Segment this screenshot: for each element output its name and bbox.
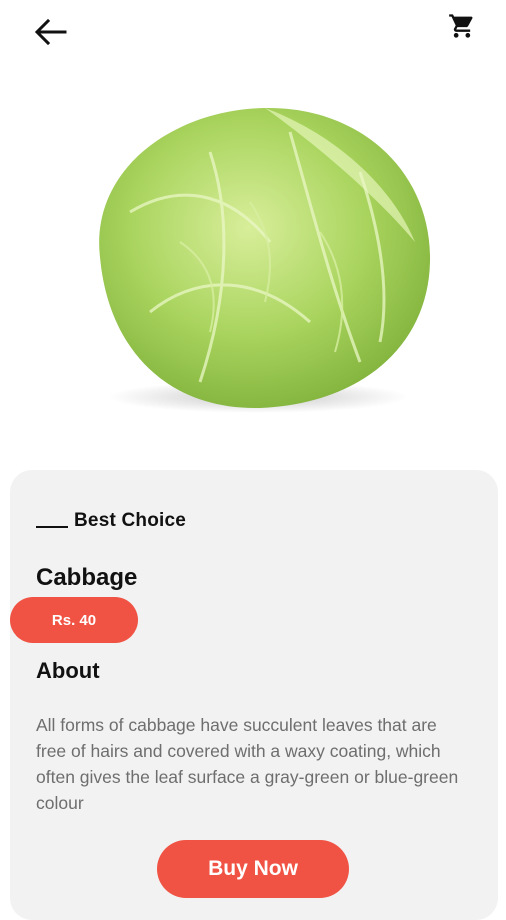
buy-now-label: Buy Now xyxy=(208,857,298,880)
eyebrow-text: Best Choice xyxy=(74,510,187,531)
product-image xyxy=(60,92,450,422)
best-choice-label: Best Choice xyxy=(36,510,186,532)
cart-button[interactable] xyxy=(444,10,480,42)
divider xyxy=(36,526,68,528)
price-badge: Rs. 40 xyxy=(10,597,138,643)
back-button[interactable] xyxy=(30,14,70,50)
product-title: Cabbage xyxy=(36,564,138,591)
product-description: All forms of cabbage have succulent leav… xyxy=(36,715,459,813)
shopping-cart-icon xyxy=(449,14,473,38)
price-text: Rs. 40 xyxy=(51,611,97,629)
top-bar xyxy=(0,0,506,70)
arrow-left-icon xyxy=(34,18,67,46)
product-details-card: Best Choice Cabbage Rs. 40 About All for… xyxy=(10,470,498,920)
buy-now-button[interactable]: Buy Now xyxy=(157,840,349,898)
about-heading: About xyxy=(36,658,100,683)
